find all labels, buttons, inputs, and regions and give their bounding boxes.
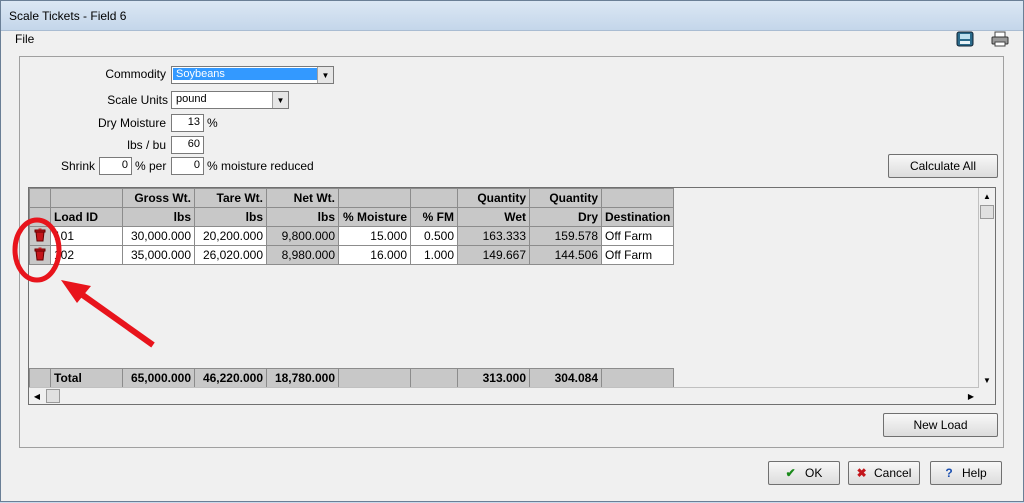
new-load-button[interactable]: New Load [883, 413, 998, 437]
help-button[interactable]: ? Help [930, 461, 1002, 485]
help-icon: ? [945, 466, 953, 480]
check-icon: ✔ [785, 466, 796, 480]
annotation-overlay [12, 217, 155, 348]
cancel-button[interactable]: ✖ Cancel [848, 461, 920, 485]
annotation-arrow-icon [75, 288, 155, 348]
close-icon: ✖ [856, 466, 867, 480]
scale-tickets-window: Scale Tickets - Field 6 File Commodity S… [0, 0, 1024, 502]
help-label: Help [962, 466, 987, 480]
ok-button[interactable]: ✔ OK [768, 461, 840, 485]
cancel-label: Cancel [874, 466, 912, 480]
ok-label: OK [805, 466, 823, 480]
annotation-circle-icon [12, 217, 62, 283]
